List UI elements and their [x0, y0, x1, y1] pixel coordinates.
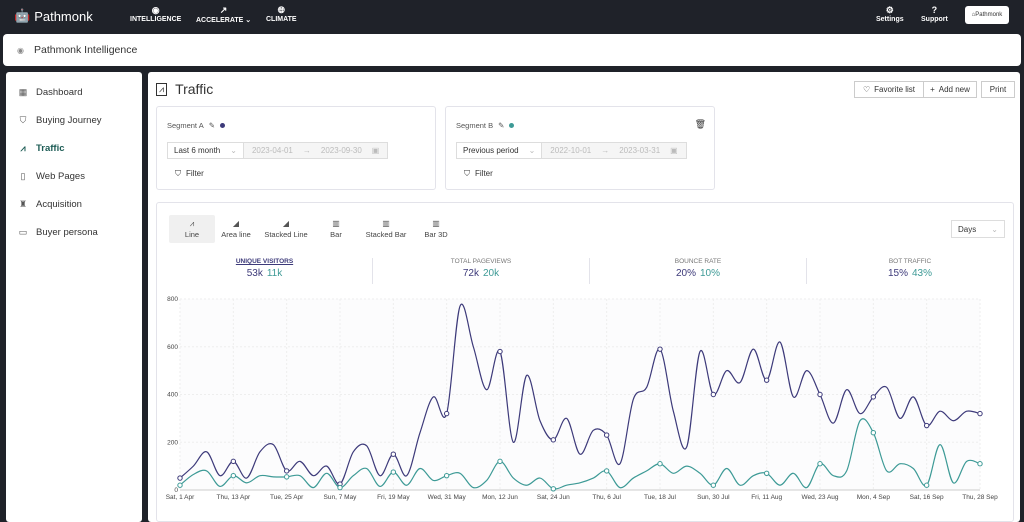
data-point: [603, 432, 610, 438]
data-point: [870, 394, 877, 400]
data-point: [443, 472, 450, 479]
y-tick-label: 800: [167, 296, 178, 303]
x-tick-label: Mon, 4 Sep: [857, 494, 891, 501]
data-point: [603, 468, 610, 474]
data-point: [763, 470, 770, 476]
data-point: [177, 475, 183, 481]
data-point: [390, 469, 397, 475]
x-tick-label: Sun, 30 Jul: [697, 494, 730, 501]
data-point: [497, 348, 503, 355]
x-tick-label: Sat, 24 Jun: [537, 494, 570, 501]
data-point: [390, 451, 397, 457]
x-tick-label: Tue, 25 Apr: [270, 494, 304, 501]
data-point: [977, 410, 983, 417]
data-point: [657, 346, 663, 352]
x-tick-label: Fri, 11 Aug: [751, 494, 782, 501]
data-point: [977, 461, 983, 467]
y-tick-label: 600: [167, 344, 178, 351]
data-point: [497, 458, 503, 465]
y-tick-label: 0: [174, 487, 178, 494]
y-tick-label: 200: [167, 439, 178, 446]
data-point: [710, 482, 717, 488]
data-point: [337, 484, 343, 491]
data-point: [230, 458, 237, 465]
x-tick-label: Mon, 12 Jun: [482, 494, 518, 501]
data-point: [177, 482, 183, 488]
x-tick-label: Thu, 6 Jul: [592, 494, 621, 501]
data-point: [230, 472, 237, 479]
x-tick-label: Thu, 28 Sep: [962, 494, 998, 501]
data-point: [710, 391, 717, 398]
data-point: [443, 410, 450, 417]
x-tick-label: Tue, 18 Jul: [644, 494, 676, 501]
y-tick-label: 400: [167, 392, 178, 399]
data-point: [657, 461, 663, 467]
data-point: [283, 474, 290, 480]
data-point: [923, 422, 930, 429]
x-tick-label: Fri, 19 May: [377, 494, 410, 501]
data-point: [763, 377, 770, 383]
data-point: [550, 437, 557, 443]
data-point: [870, 430, 877, 436]
traffic-line-chart: 0 200 400 600 800 Sat, 1 Apr Thu, 13 Apr Tue, 2…: [166, 296, 998, 501]
data-point: [283, 468, 290, 474]
data-point: [923, 482, 930, 488]
data-point: [817, 391, 823, 398]
x-tick-label: Thu, 13 Apr: [217, 494, 251, 501]
x-tick-label: Wed, 23 Aug: [801, 494, 838, 501]
data-point: [550, 486, 557, 492]
data-point: [817, 461, 823, 467]
x-tick-label: Sun, 7 May: [324, 494, 358, 501]
x-tick-label: Sat, 16 Sep: [910, 494, 944, 501]
x-tick-label: Sat, 1 Apr: [166, 494, 195, 501]
x-tick-label: Wed, 31 May: [428, 494, 467, 501]
